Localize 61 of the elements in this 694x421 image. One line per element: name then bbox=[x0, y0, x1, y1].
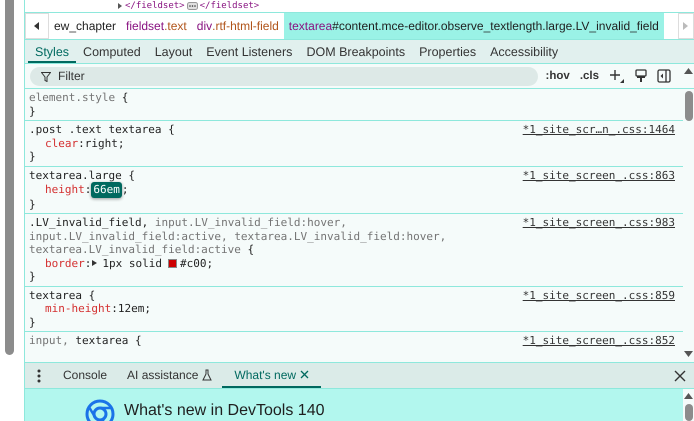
ellipsis-icon bbox=[186, 2, 198, 10]
source-link[interactable]: *1_site_screen_.css:859 bbox=[522, 288, 675, 302]
source-link[interactable]: *1_site_screen_.css:852 bbox=[522, 334, 675, 348]
whats-new-title: What's new in DevTools 140 bbox=[124, 401, 324, 420]
rule-selector: .LV_invalid_field, input.LV_invalid_field:hover, input.LV_invalid_field:active, textarea.LV_invalid_field:hover, textarea.LV_invalid_field:active { bbox=[29, 216, 448, 256]
css-declaration: border: 1px solid #c00; bbox=[44, 256, 214, 270]
sidebar-toggle-icon[interactable] bbox=[657, 69, 671, 83]
flask-icon bbox=[202, 368, 212, 380]
rule-selector: .post .text textarea { bbox=[29, 123, 175, 136]
rule-selector: input, textarea { bbox=[29, 334, 142, 348]
color-swatch[interactable] bbox=[168, 258, 177, 268]
rule-selector: element.style { bbox=[29, 91, 128, 104]
more-options-icon[interactable] bbox=[37, 368, 41, 382]
panel-tab[interactable]: DOM Breakpoints bbox=[299, 42, 412, 63]
scrollbar-thumb[interactable] bbox=[684, 91, 692, 121]
expand-triangle-icon[interactable] bbox=[91, 259, 100, 268]
closing-brace: } bbox=[29, 270, 37, 284]
page-scrollbar[interactable] bbox=[5, 0, 14, 355]
filter-icon bbox=[41, 72, 51, 82]
closing-brace: } bbox=[29, 150, 37, 164]
tag-text: </fieldset> bbox=[125, 0, 185, 12]
panel-tab[interactable]: Properties bbox=[412, 42, 484, 63]
panel-tab[interactable]: Accessibility bbox=[483, 42, 566, 63]
browser-logo-icon bbox=[85, 399, 115, 421]
css-declaration: min-height:12em; bbox=[44, 302, 152, 316]
filter-field[interactable]: Filter bbox=[30, 66, 538, 86]
css-declaration: clear:right; bbox=[44, 136, 126, 150]
panel-tab[interactable]: Layout bbox=[148, 42, 200, 63]
breadcrumb[interactable]: fieldset.text bbox=[121, 13, 192, 39]
scroll-left-button[interactable] bbox=[25, 13, 49, 39]
breadcrumb[interactable]: div.rtf-html-field bbox=[192, 13, 284, 39]
toggle-button[interactable]: .cls bbox=[580, 70, 599, 82]
panel-tab[interactable]: Computed bbox=[76, 42, 148, 63]
rule-selector: textarea { bbox=[29, 288, 96, 302]
breadcrumb[interactable]: textarea#content.mce-editor.observe_textlength.large.LV_invalid_field bbox=[284, 13, 664, 39]
closing-brace: } bbox=[29, 316, 37, 329]
drawer-tab[interactable]: Console bbox=[53, 363, 118, 388]
scroll-up-arrow-icon[interactable] bbox=[684, 68, 693, 74]
expand-triangle-icon bbox=[117, 2, 123, 10]
close-icon[interactable] bbox=[674, 370, 686, 382]
value-editor[interactable]: 66em bbox=[91, 182, 122, 198]
panel-tab[interactable]: Event Listeners bbox=[199, 42, 300, 63]
scrollbar-thumb[interactable] bbox=[684, 404, 692, 421]
source-link[interactable]: *1_site_screen_.css:863 bbox=[522, 168, 675, 182]
toggle-button[interactable]: :hov bbox=[546, 70, 570, 82]
source-link[interactable]: *1_site_screen_.css:983 bbox=[522, 216, 675, 230]
source-link[interactable]: *1_site_scr…n_.css:1464 bbox=[522, 123, 675, 136]
caret-left-icon bbox=[34, 22, 40, 30]
breadcrumb[interactable]: ew_chapter bbox=[49, 13, 122, 39]
paint-brush-icon[interactable] bbox=[635, 69, 647, 83]
closing-brace: } bbox=[29, 104, 37, 118]
scroll-up-arrow-icon[interactable] bbox=[684, 393, 693, 399]
plus-icon[interactable] bbox=[609, 69, 625, 83]
tag-text: </fieldset> bbox=[200, 0, 260, 12]
rule-selector: textarea.large { bbox=[29, 168, 135, 182]
scroll-down-arrow-icon[interactable] bbox=[684, 351, 693, 357]
drawer-tab[interactable]: AI assistance bbox=[117, 363, 222, 388]
css-declaration: height: 66em ; bbox=[44, 182, 130, 198]
closing-brace: } bbox=[29, 198, 37, 211]
caret-right-icon bbox=[683, 22, 689, 30]
close-icon[interactable] bbox=[300, 370, 310, 379]
